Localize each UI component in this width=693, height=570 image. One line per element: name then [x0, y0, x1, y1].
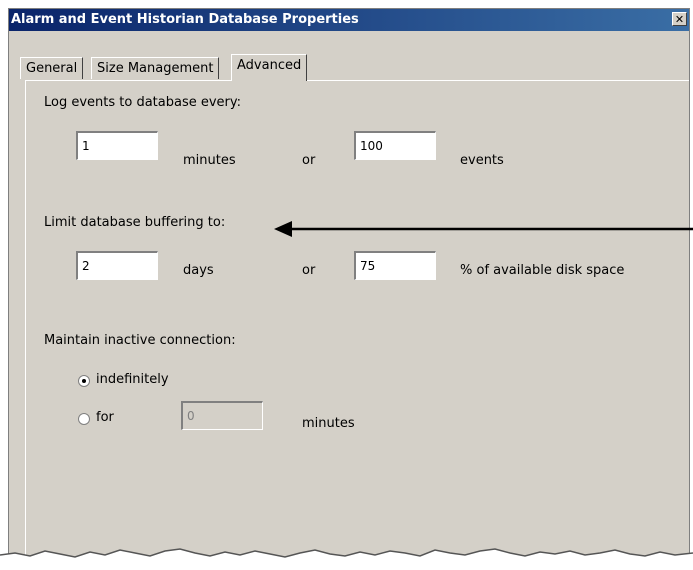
callout-arrow: [274, 221, 693, 237]
tab-advanced[interactable]: Advanced: [231, 54, 308, 81]
torn-edge: [0, 548, 693, 570]
